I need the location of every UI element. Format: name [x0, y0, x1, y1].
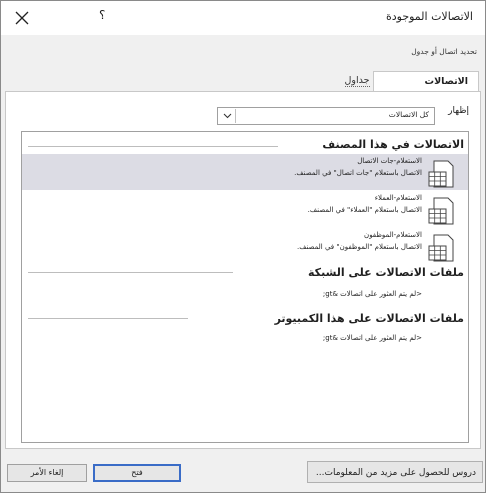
connection-description: الاتصال باستعلام "جات اتصال" في المصنف.	[294, 169, 422, 177]
open-button[interactable]: فتح	[93, 464, 181, 482]
list-item[interactable]: الاستعلام-جات الاتصال الاتصال باستعلام "…	[22, 154, 468, 190]
browse-button[interactable]: دروس للحصول على مزيد من المعلومات...	[307, 461, 483, 483]
show-label: إظهار	[448, 106, 469, 116]
title-bar: الاتصالات الموجودة ؟	[1, 1, 485, 35]
section-divider	[28, 146, 278, 147]
connections-list[interactable]: الاتصالات في هذا المصنف الاستعلام-جات ال…	[21, 131, 469, 443]
existing-connections-dialog: الاتصالات الموجودة ؟ تحديد اتصال أو جدول…	[0, 0, 486, 493]
cancel-button[interactable]: إلغاء الأمر	[7, 464, 87, 482]
network-empty-message: <لم يتم العثور على اتصالات &gt;	[322, 290, 422, 298]
dropdown-arrow[interactable]	[219, 109, 236, 123]
close-button[interactable]	[11, 7, 33, 29]
tab-tables[interactable]: جداول	[341, 71, 373, 91]
tab-tables-label: جداول	[344, 75, 370, 87]
section-divider	[28, 318, 188, 319]
section-divider	[28, 272, 233, 273]
section-title-network: ملفات الاتصالات على الشبكة	[308, 266, 464, 279]
tab-connections[interactable]: الاتصالات	[373, 71, 479, 91]
help-button[interactable]: ؟	[99, 8, 105, 22]
chevron-down-icon	[223, 113, 231, 119]
connection-name: الاستعلام-الموظفون	[364, 231, 422, 239]
instruction-text: تحديد اتصال أو جدول	[411, 47, 477, 56]
dialog-title: الاتصالات الموجودة	[385, 10, 473, 23]
list-item[interactable]: الاستعلام-الموظفون الاتصال باستعلام "الم…	[22, 228, 468, 264]
computer-empty-message: <لم يتم العثور على اتصالات &gt;	[322, 334, 422, 342]
list-item[interactable]: الاستعلام-العملاء الاتصال باستعلام "العم…	[22, 191, 468, 227]
show-dropdown-value: كل الاتصالات	[388, 110, 429, 119]
table-connection-icon	[428, 197, 454, 225]
table-connection-icon	[428, 160, 454, 188]
section-title-computer: ملفات الاتصالات على هذا الكمبيوتر	[274, 312, 464, 325]
connection-description: الاتصال باستعلام "العملاء" في المصنف.	[307, 206, 422, 214]
close-icon	[15, 11, 29, 25]
section-title-workbook: الاتصالات في هذا المصنف	[322, 138, 464, 151]
show-dropdown[interactable]: كل الاتصالات	[217, 107, 435, 125]
connection-description: الاتصال باستعلام "الموظفون" في المصنف.	[296, 243, 422, 251]
connection-name: الاستعلام-جات الاتصال	[357, 157, 422, 165]
table-connection-icon	[428, 234, 454, 262]
connection-name: الاستعلام-العملاء	[374, 194, 422, 202]
